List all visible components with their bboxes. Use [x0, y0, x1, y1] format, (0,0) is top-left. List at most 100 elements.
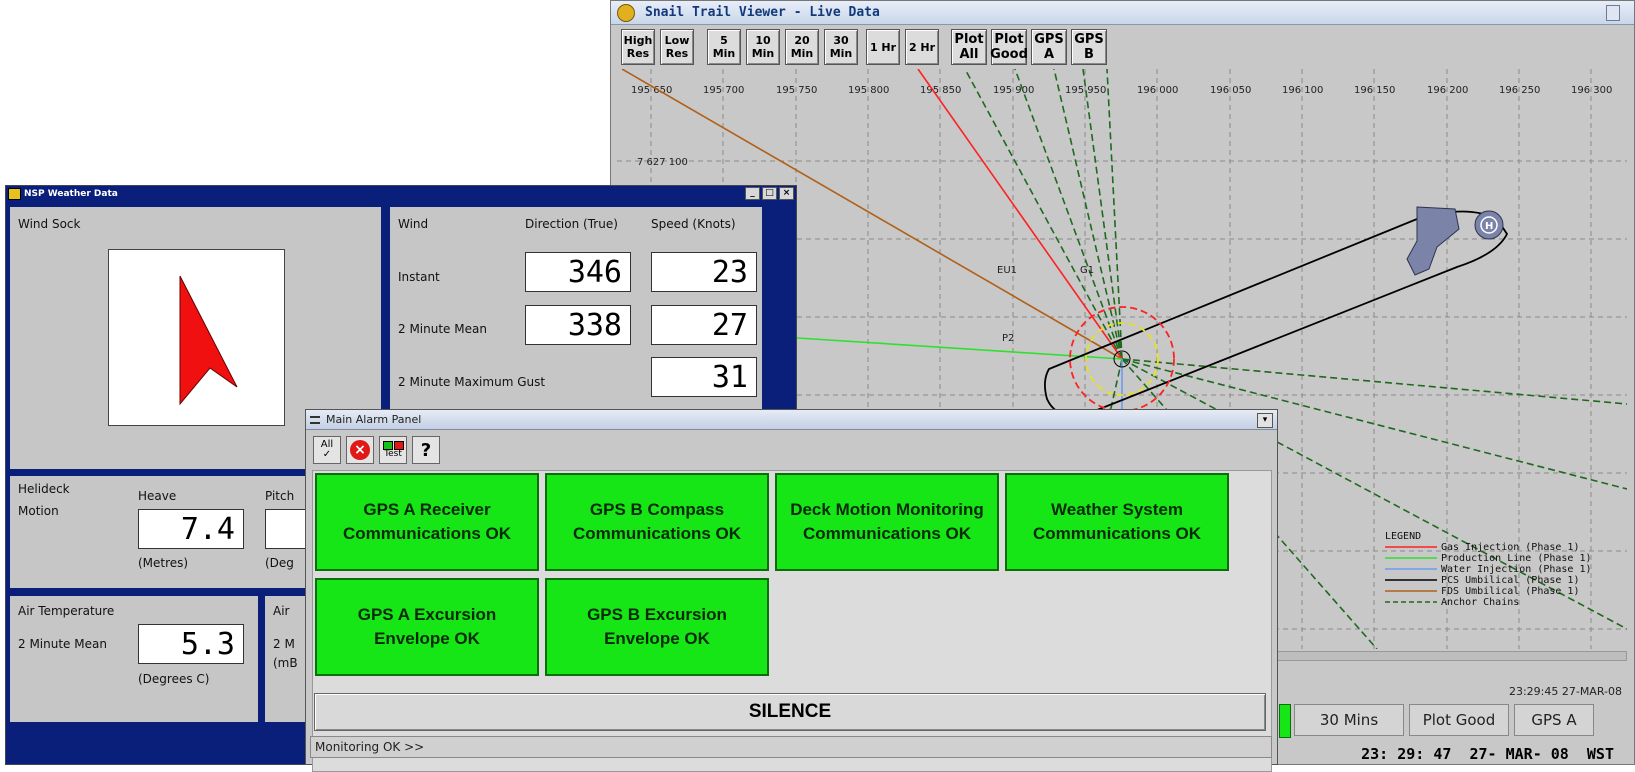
- main-alarm-window: Main Alarm Panel ▾ All ✓ × Test ? GPS A R…: [305, 409, 1278, 772]
- alarm-tile-weather-comms[interactable]: Weather System Communications OK: [1005, 473, 1229, 571]
- window-menu-icon[interactable]: [310, 415, 320, 424]
- x-tick-label: 196 000: [1137, 85, 1178, 96]
- x-tick-label: 196 300: [1571, 85, 1612, 96]
- main-clock: 23: 29: 47 27- MAR- 08 WST: [1361, 745, 1614, 763]
- pressure-mean-label: 2 M: [273, 637, 295, 651]
- legend-item: Production Line (Phase 1): [1441, 553, 1592, 564]
- minimize-icon[interactable]: _: [745, 187, 760, 200]
- x-tick-label: 195 850: [920, 85, 961, 96]
- legend-title: LEGEND: [1385, 531, 1421, 542]
- x-tick-label: 195 900: [993, 85, 1034, 96]
- helideck-label: Helideck: [18, 482, 70, 496]
- close-icon[interactable]: ×: [779, 187, 794, 200]
- air-temperature-value: 5.3: [138, 624, 244, 664]
- small-timestamp: 23:29:45 27-MAR-08: [1508, 685, 1622, 698]
- air-pressure-label: Air: [273, 604, 290, 618]
- x-tick-label: 196 250: [1499, 85, 1540, 96]
- app-gear-icon: [617, 3, 635, 22]
- alarm-status-bar: Monitoring OK >>: [310, 736, 1272, 758]
- 30-min-button[interactable]: 30 Min: [824, 29, 858, 65]
- heave-value: 7.4: [138, 509, 244, 549]
- high-res-button[interactable]: High Res: [621, 29, 655, 65]
- p2-label: P2: [1002, 333, 1014, 344]
- g1-label: G1: [1080, 265, 1094, 276]
- x-tick-label: 196 050: [1210, 85, 1251, 96]
- wind-sock-display: [108, 249, 285, 426]
- acknowledge-all-icon: All ✓: [320, 439, 334, 460]
- direction-column-header: Direction (True): [525, 217, 618, 231]
- help-button[interactable]: ?: [412, 436, 440, 464]
- window-collapse-icon[interactable]: ▾: [1257, 413, 1273, 428]
- legend-item: Gas Injection (Phase 1): [1441, 542, 1579, 553]
- 1-hr-button[interactable]: 1 Hr: [866, 29, 900, 65]
- weather-window-title: NSP Weather Data: [24, 188, 118, 199]
- x-tick-label: 196 150: [1354, 85, 1395, 96]
- air-temperature-unit: (Degrees C): [138, 672, 210, 686]
- plot-all-button[interactable]: Plot All: [951, 29, 987, 65]
- mean-speed-value: 27: [651, 305, 757, 345]
- 10-min-button[interactable]: 10 Min: [746, 29, 780, 65]
- alarm-tile-gps-b-excursion[interactable]: GPS B Excursion Envelope OK: [545, 578, 769, 676]
- instant-speed-value: 23: [651, 252, 757, 292]
- clear-alarm-button[interactable]: ×: [346, 436, 374, 464]
- stop-icon: ×: [350, 440, 370, 460]
- plot-good-button[interactable]: Plot Good: [990, 29, 1028, 65]
- legend-item: Anchor Chains: [1441, 597, 1519, 608]
- alarm-tile-gps-a-excursion[interactable]: GPS A Excursion Envelope OK: [315, 578, 539, 676]
- two-minute-mean-label: 2 Minute Mean: [398, 322, 487, 336]
- snail-window-title: Snail Trail Viewer - Live Data: [645, 5, 880, 20]
- motion-label: Motion: [18, 504, 59, 518]
- status-gps-a[interactable]: GPS A: [1514, 704, 1594, 736]
- acknowledge-all-button[interactable]: All ✓: [313, 436, 341, 464]
- speed-column-header: Speed (Knots): [651, 217, 736, 231]
- pressure-unit: (mB: [273, 656, 298, 670]
- x-tick-label: 196 200: [1427, 85, 1468, 96]
- x-tick-label: 195 750: [776, 85, 817, 96]
- window-resize-icon[interactable]: [1606, 5, 1620, 21]
- instant-direction-value: 346: [525, 252, 631, 292]
- x-tick-label: 195 800: [848, 85, 889, 96]
- low-res-button[interactable]: Low Res: [660, 29, 694, 65]
- wind-arrow-icon: [179, 275, 238, 406]
- svg-text:H: H: [1485, 221, 1493, 232]
- snail-titlebar[interactable]: Snail Trail Viewer - Live Data: [611, 1, 1634, 25]
- 20-min-button[interactable]: 20 Min: [785, 29, 819, 65]
- x-tick-label: 196 100: [1282, 85, 1323, 96]
- test-lamps-button[interactable]: Test: [379, 436, 407, 464]
- mean-direction-value: 338: [525, 305, 631, 345]
- maximize-icon[interactable]: □: [762, 187, 777, 200]
- weather-app-icon: [8, 187, 21, 200]
- 2-hr-button[interactable]: 2 Hr: [905, 29, 939, 65]
- test-lamps-icon: Test: [382, 441, 404, 459]
- gps-b-button[interactable]: GPS B: [1071, 29, 1107, 65]
- weather-titlebar[interactable]: NSP Weather Data _ □ ×: [6, 186, 796, 201]
- pitch-unit: (Deg: [265, 556, 294, 570]
- alarm-tile-gps-b-comms[interactable]: GPS B Compass Communications OK: [545, 473, 769, 571]
- alarm-tile-gps-a-comms[interactable]: GPS A Receiver Communications OK: [315, 473, 539, 571]
- air-temperature-panel: Air Temperature 2 Minute Mean 5.3 (Degre…: [10, 596, 258, 722]
- heave-label: Heave: [138, 489, 177, 503]
- instant-label: Instant: [398, 270, 440, 284]
- gps-a-button[interactable]: GPS A: [1031, 29, 1067, 65]
- legend-item: FDS Umbilical (Phase 1): [1441, 586, 1579, 597]
- legend-item: PCS Umbilical (Phase 1): [1441, 575, 1579, 586]
- max-gust-label: 2 Minute Maximum Gust: [398, 375, 546, 389]
- x-tick-label: 195 700: [703, 85, 744, 96]
- air-temperature-label: Air Temperature: [18, 604, 115, 618]
- alarm-titlebar[interactable]: Main Alarm Panel ▾: [306, 410, 1277, 430]
- y-tick-label: 7 627 100: [637, 157, 688, 168]
- monitoring-status-text: Monitoring OK >>: [315, 740, 425, 754]
- alarm-tile-deck-motion-comms[interactable]: Deck Motion Monitoring Communications OK: [775, 473, 999, 571]
- status-plot-good[interactable]: Plot Good: [1409, 704, 1509, 736]
- wind-sock-label: Wind Sock: [18, 217, 81, 231]
- eu1-label: EU1: [997, 265, 1017, 276]
- air-mean-label: 2 Minute Mean: [18, 637, 107, 651]
- green-indicator: [1279, 704, 1291, 738]
- pitch-label: Pitch: [265, 489, 295, 503]
- 5-min-button[interactable]: 5 Min: [707, 29, 741, 65]
- silence-button[interactable]: SILENCE: [314, 693, 1266, 731]
- max-gust-speed-value: 31: [651, 357, 757, 397]
- status-30-mins[interactable]: 30 Mins: [1294, 704, 1404, 736]
- help-icon: ?: [420, 439, 432, 461]
- alarm-window-title: Main Alarm Panel: [326, 413, 422, 426]
